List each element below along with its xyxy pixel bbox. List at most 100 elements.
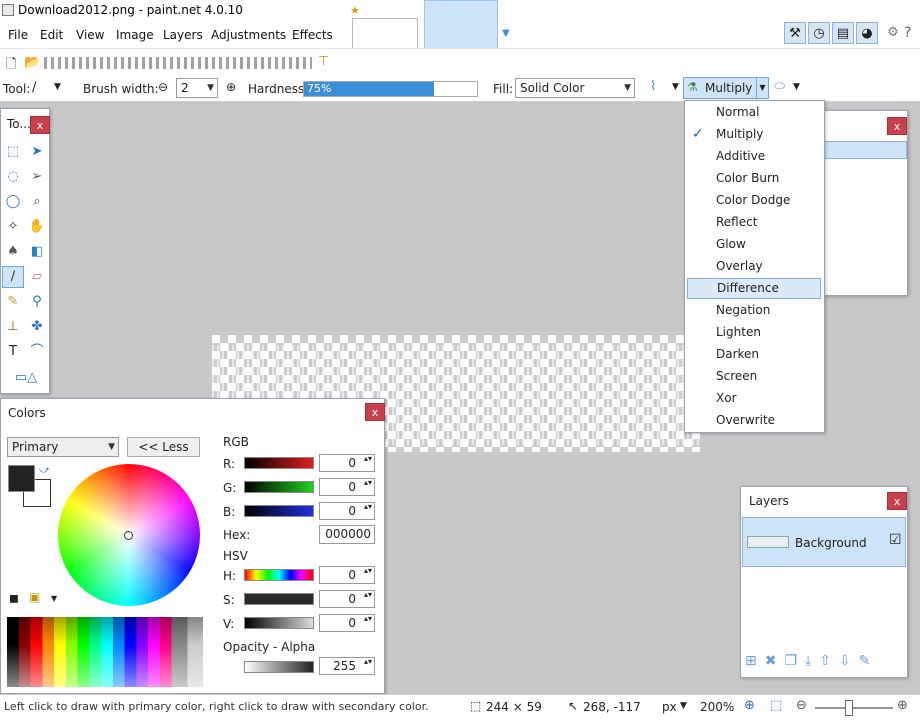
zoom-slider-thumb[interactable]	[845, 700, 853, 716]
decrease-width-icon[interactable]: ⊖	[158, 80, 168, 94]
tool-dropdown-icon[interactable]: ▼	[54, 82, 61, 92]
settings-gear-icon[interactable]: ⚙	[882, 22, 904, 44]
selection-mode-icon[interactable]: ⬭	[774, 79, 785, 94]
move-layer-up-icon[interactable]: ⇧	[819, 653, 839, 669]
new-file-icon[interactable]: 🗋	[6, 55, 16, 77]
blend-mode-item[interactable]: Reflect	[687, 212, 821, 233]
blend-mode-item[interactable]: Lighten	[687, 322, 821, 343]
layers-toggle-icon[interactable]: ▤	[832, 22, 854, 44]
brush-width-combo[interactable]: 2 ▼	[176, 78, 218, 98]
saturation-slider[interactable]	[244, 593, 314, 605]
pan-hand-icon[interactable]: ✋	[26, 216, 48, 238]
blend-mode-item[interactable]: Overwrite	[687, 410, 821, 431]
opacity-value-input[interactable]: 255	[319, 657, 375, 675]
zoom-slider[interactable]	[815, 707, 893, 709]
antialiasing-icon[interactable]: ⌇	[650, 79, 656, 94]
blend-mode-item[interactable]: Color Dodge	[687, 190, 821, 211]
blend-mode-item[interactable]: Difference	[687, 278, 821, 299]
blue-value-input[interactable]: 0	[319, 502, 375, 520]
shapes-icon[interactable]: ▭△	[7, 367, 45, 389]
blend-mode-button[interactable]: ⚗ Multiply ▼	[683, 77, 769, 99]
ellipse-select-icon[interactable]: ◯	[2, 191, 24, 213]
paint-bucket-icon[interactable]: ♠	[2, 241, 24, 263]
hardness-slider[interactable]: 75%	[303, 81, 478, 97]
color-mode-combo[interactable]: Primary ▼	[7, 437, 119, 457]
blend-mode-item[interactable]: Normal	[687, 102, 821, 123]
swap-colors-icon[interactable]: ⤻	[39, 465, 50, 476]
duplicate-layer-icon[interactable]: ❐	[784, 653, 805, 669]
color-wheel[interactable]	[58, 464, 200, 606]
move-selection-icon[interactable]: ➢	[26, 166, 48, 188]
green-slider[interactable]	[244, 481, 314, 493]
units-dropdown-icon[interactable]: ▼	[680, 701, 687, 711]
history-toggle-icon[interactable]: ◷	[808, 22, 830, 44]
increase-width-icon[interactable]: ⊕	[226, 80, 236, 94]
pencil-icon[interactable]: ✎	[2, 291, 24, 313]
green-value-input[interactable]: 0	[319, 478, 375, 496]
zoom-icon[interactable]: ⌕	[26, 191, 48, 213]
red-value-input[interactable]: 0	[319, 454, 375, 472]
colors-toggle-icon[interactable]: ◕	[856, 22, 878, 44]
line-curve-icon[interactable]: ⌒	[26, 341, 48, 363]
clone-stamp-icon[interactable]: ⊥	[2, 316, 24, 338]
open-file-icon[interactable]: 📂	[24, 55, 40, 70]
value-value-input[interactable]: 0	[319, 614, 375, 632]
toolbar-icons-strip[interactable]	[44, 57, 312, 69]
menu-effects[interactable]: Effects	[292, 28, 333, 42]
eraser-icon[interactable]: ▱	[26, 266, 48, 288]
antialias-dropdown-icon[interactable]: ▼	[672, 82, 679, 92]
color-picker-icon[interactable]: ⚲	[26, 291, 48, 313]
hex-value-input[interactable]: 000000	[319, 525, 375, 544]
color-palette[interactable]	[7, 617, 203, 687]
rectangle-select-icon[interactable]: ⬚	[2, 141, 24, 163]
palette-dropdown-icon[interactable]: ▼	[51, 594, 57, 603]
hue-value-input[interactable]: 0	[319, 566, 375, 584]
blend-mode-item[interactable]: Negation	[687, 300, 821, 321]
star-icon[interactable]: ★	[350, 4, 360, 17]
menu-edit[interactable]: Edit	[40, 28, 63, 42]
blend-mode-item[interactable]: Overlay	[687, 256, 821, 277]
blue-slider[interactable]	[244, 505, 314, 517]
units-value[interactable]: px	[662, 700, 677, 714]
move-layer-down-icon[interactable]: ⇩	[839, 653, 859, 669]
zoom-in-icon[interactable]: ⊕	[897, 698, 908, 713]
palette-menu-icon[interactable]: ▣	[29, 590, 40, 604]
palette-add-icon[interactable]: ◼	[9, 591, 19, 605]
colors-close-button[interactable]: x	[365, 403, 385, 421]
text-icon[interactable]: T	[2, 341, 24, 363]
paintbrush-icon[interactable]: ∕	[32, 80, 36, 95]
history-close-button[interactable]: x	[887, 117, 907, 135]
layer-visibility-checkbox[interactable]: ☑	[889, 532, 902, 548]
actual-size-icon[interactable]: ⬚	[770, 698, 782, 713]
blend-mode-item[interactable]: Glow	[687, 234, 821, 255]
blend-mode-item[interactable]: Darken	[687, 344, 821, 365]
tools-toggle-icon[interactable]: ⚒	[784, 22, 806, 44]
menu-file[interactable]: File	[8, 28, 28, 42]
value-slider[interactable]	[244, 617, 314, 629]
opacity-slider[interactable]	[244, 661, 314, 673]
zoom-fit-icon[interactable]: ⊕	[744, 698, 755, 713]
layer-row-background[interactable]: Background ☑	[742, 517, 906, 567]
delete-layer-icon[interactable]: ✖	[765, 653, 785, 669]
lasso-select-icon[interactable]: ◌	[2, 166, 24, 188]
gradient-icon[interactable]: ◧	[26, 241, 48, 263]
selection-dropdown-icon[interactable]: ▼	[793, 82, 800, 92]
less-button[interactable]: << Less	[127, 437, 200, 457]
ruler-icon[interactable]: ⊤	[318, 54, 329, 69]
blend-mode-item[interactable]: Color Burn	[687, 168, 821, 189]
red-slider[interactable]	[244, 457, 314, 469]
zoom-value[interactable]: 200%	[700, 700, 734, 714]
saturation-value-input[interactable]: 0	[319, 590, 375, 608]
add-layer-icon[interactable]: ⊞	[745, 653, 765, 669]
blend-mode-item[interactable]: Additive	[687, 146, 821, 167]
history-item[interactable]	[813, 141, 907, 159]
blend-mode-item[interactable]: Screen	[687, 366, 821, 387]
menu-view[interactable]: View	[76, 28, 104, 42]
tabs-dropdown-icon[interactable]: ▼	[502, 28, 510, 39]
tools-close-button[interactable]: x	[30, 116, 50, 134]
hue-slider[interactable]	[244, 569, 314, 581]
layers-close-button[interactable]: x	[887, 492, 907, 510]
paintbrush-tool-icon[interactable]: ∕	[2, 266, 24, 288]
fill-combo[interactable]: Solid Color ▼	[515, 78, 635, 98]
menu-image[interactable]: Image	[116, 28, 154, 42]
